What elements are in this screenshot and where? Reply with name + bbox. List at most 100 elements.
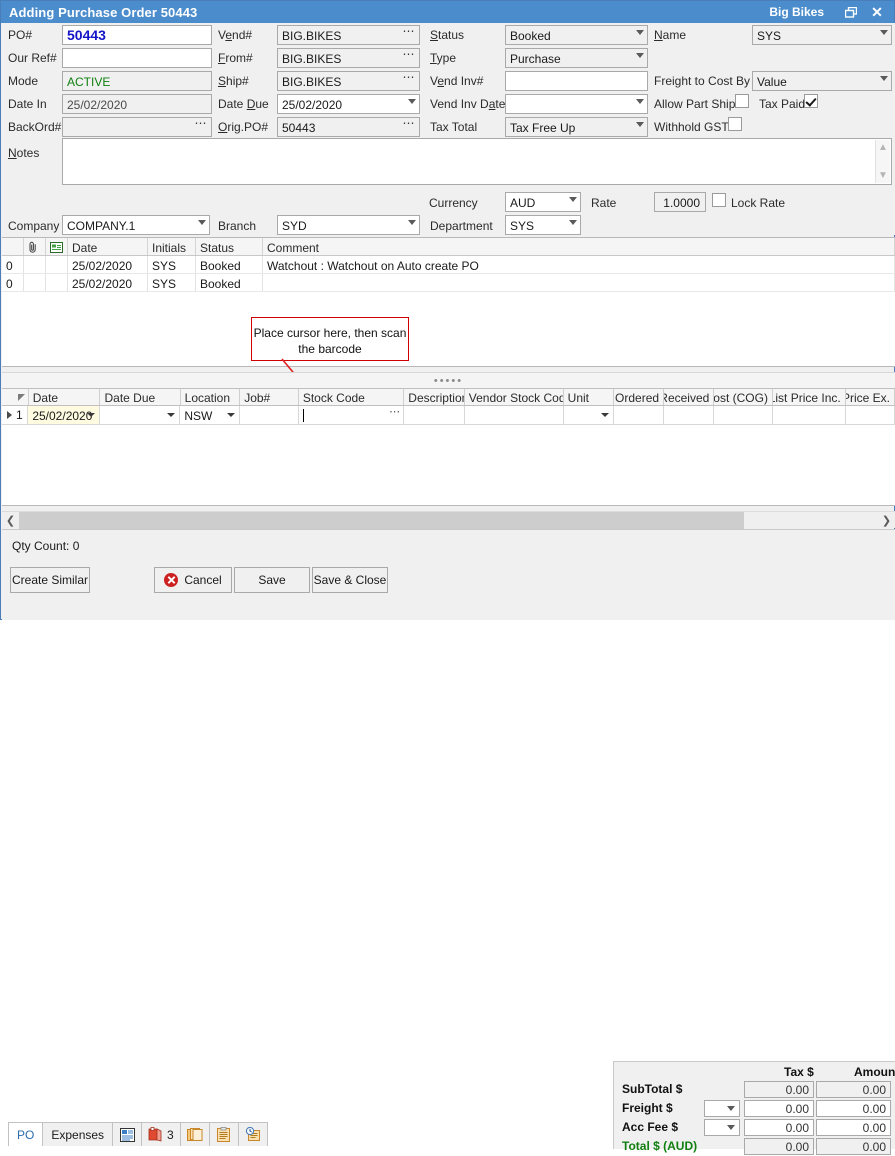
branch-select[interactable]: SYD bbox=[277, 215, 420, 235]
tab-history-icon[interactable] bbox=[238, 1122, 268, 1146]
scroll-right-icon[interactable]: ❯ bbox=[878, 512, 895, 529]
currency-select[interactable]: AUD bbox=[505, 192, 581, 212]
allow-part-ship-checkbox[interactable] bbox=[735, 94, 749, 108]
col-received[interactable]: Received bbox=[664, 389, 714, 405]
acc-fee-tax-input[interactable]: 0.00 bbox=[744, 1119, 814, 1136]
cell-received[interactable] bbox=[664, 406, 714, 424]
stock-code-ellipsis-icon[interactable]: ⋯ bbox=[389, 406, 401, 418]
cell-note[interactable] bbox=[46, 274, 68, 291]
cell-job-number[interactable] bbox=[240, 406, 299, 424]
col-date[interactable]: Date bbox=[29, 389, 101, 405]
select-all-icon[interactable] bbox=[18, 394, 25, 401]
backord-lookup-input[interactable]: ⋯ bbox=[62, 117, 212, 137]
from-ellipsis-icon[interactable]: ⋯ bbox=[400, 49, 418, 67]
comments-grid[interactable]: Date Initials Status Comment 0 25/02/202… bbox=[2, 237, 895, 367]
type-select[interactable]: Purchase bbox=[505, 48, 648, 68]
scroll-up-icon[interactable]: ▲ bbox=[878, 142, 888, 153]
our-ref-input[interactable] bbox=[62, 48, 212, 68]
acc-fee-amount-input[interactable]: 0.00 bbox=[816, 1119, 891, 1136]
panel-splitter[interactable]: ••••• bbox=[2, 372, 895, 389]
name-select[interactable]: SYS bbox=[752, 25, 892, 45]
table-row[interactable]: 1 25/02/2020 NSW ⋯ bbox=[2, 406, 895, 425]
scroll-down-icon[interactable]: ▼ bbox=[878, 170, 888, 181]
chevron-down-icon[interactable] bbox=[87, 413, 95, 417]
cell-stock-code[interactable]: ⋯ bbox=[299, 406, 405, 424]
grid-horizontal-scrollbar[interactable]: ❮ ❯ bbox=[2, 511, 895, 528]
vend-inv-date-select[interactable] bbox=[505, 94, 648, 114]
tab-red-folder-icon[interactable]: 3 bbox=[141, 1122, 181, 1146]
col-unit[interactable]: Unit bbox=[564, 389, 614, 405]
cell-attachment[interactable] bbox=[24, 274, 46, 291]
cell-date-due[interactable] bbox=[100, 406, 180, 424]
order-lines-grid[interactable]: Date Date Due Location Job# Stock Code D… bbox=[2, 389, 895, 506]
tab-copy-pages-icon[interactable] bbox=[180, 1122, 210, 1146]
status-select[interactable]: Booked bbox=[505, 25, 648, 45]
save-and-close-button[interactable]: Save & Close bbox=[312, 567, 388, 593]
cell-note[interactable] bbox=[46, 256, 68, 273]
ship-ellipsis-icon[interactable]: ⋯ bbox=[400, 72, 418, 90]
col-stock-code[interactable]: Stock Code bbox=[299, 389, 404, 405]
tab-po[interactable]: PO bbox=[8, 1122, 43, 1146]
freight-amount-input[interactable]: 0.00 bbox=[816, 1100, 891, 1117]
tax-total-select[interactable]: Tax Free Up bbox=[505, 117, 648, 137]
orig-po-input[interactable]: 50443 ⋯ bbox=[277, 117, 420, 137]
notes-textarea[interactable]: ▲ ▼ bbox=[62, 138, 892, 185]
cell-description[interactable] bbox=[404, 406, 465, 424]
cell-list-price-inc[interactable] bbox=[773, 406, 846, 424]
cancel-button[interactable]: Cancel bbox=[154, 567, 232, 593]
chevron-down-icon[interactable] bbox=[601, 413, 609, 417]
col-ordered[interactable]: Ordered bbox=[614, 389, 664, 405]
chevron-down-icon[interactable] bbox=[227, 413, 235, 417]
tax-paid-checkbox[interactable] bbox=[804, 94, 818, 108]
create-similar-button[interactable]: Create Similar bbox=[10, 567, 90, 593]
col-location[interactable]: Location bbox=[181, 389, 241, 405]
save-button[interactable]: Save bbox=[234, 567, 310, 593]
col-date-due[interactable]: Date Due bbox=[100, 389, 180, 405]
date-due-select[interactable]: 25/02/2020 bbox=[277, 94, 420, 114]
col-select-all[interactable] bbox=[2, 389, 29, 405]
cell-date[interactable]: 25/02/2020 bbox=[28, 406, 100, 424]
scrollbar-track[interactable] bbox=[19, 512, 878, 529]
col-job-number[interactable]: Job# bbox=[240, 389, 299, 405]
close-icon[interactable]: ✕ bbox=[864, 1, 890, 23]
chevron-down-icon[interactable] bbox=[167, 413, 175, 417]
col-price-ex[interactable]: Price Ex. bbox=[846, 389, 895, 405]
withhold-gst-checkbox[interactable] bbox=[728, 117, 742, 131]
vend-ellipsis-icon[interactable]: ⋯ bbox=[400, 26, 418, 44]
red-folder-count: 3 bbox=[167, 1128, 174, 1142]
scrollbar-thumb[interactable] bbox=[19, 512, 744, 529]
backord-ellipsis-icon[interactable]: ⋯ bbox=[192, 118, 210, 136]
company-select[interactable]: COMPANY.1 bbox=[62, 215, 210, 235]
freight-to-cost-by-select[interactable]: Value bbox=[752, 71, 892, 91]
tab-clipboard-icon[interactable] bbox=[209, 1122, 239, 1146]
table-row[interactable]: 0 25/02/2020 SYS Booked Watchout : Watch… bbox=[2, 256, 895, 274]
cell-attachment[interactable] bbox=[24, 256, 46, 273]
orig-po-ellipsis-icon[interactable]: ⋯ bbox=[400, 118, 418, 136]
col-initials: Initials bbox=[148, 238, 196, 255]
restore-window-icon[interactable] bbox=[838, 1, 864, 23]
notes-scrollbar[interactable]: ▲ ▼ bbox=[875, 140, 890, 183]
department-select[interactable]: SYS bbox=[505, 215, 581, 235]
freight-type-select[interactable] bbox=[704, 1100, 740, 1117]
cell-cost-cog[interactable] bbox=[714, 406, 773, 424]
col-description[interactable]: Description bbox=[404, 389, 464, 405]
cell-price-ex[interactable] bbox=[846, 406, 895, 424]
tab-document-detail-icon[interactable] bbox=[112, 1122, 142, 1146]
from-number-input[interactable]: BIG.BIKES ⋯ bbox=[277, 48, 420, 68]
ship-number-input[interactable]: BIG.BIKES ⋯ bbox=[277, 71, 420, 91]
cell-vendor-stock-code[interactable] bbox=[465, 406, 564, 424]
col-list-price-inc[interactable]: List Price Inc. bbox=[773, 389, 846, 405]
tab-expenses[interactable]: Expenses bbox=[42, 1122, 113, 1146]
scroll-left-icon[interactable]: ❮ bbox=[2, 512, 19, 529]
table-row[interactable]: 0 25/02/2020 SYS Booked bbox=[2, 274, 895, 292]
lock-rate-checkbox[interactable] bbox=[712, 193, 726, 207]
col-vendor-stock-code[interactable]: Vendor Stock Code bbox=[465, 389, 564, 405]
vend-number-input[interactable]: BIG.BIKES ⋯ bbox=[277, 25, 420, 45]
cell-ordered[interactable] bbox=[614, 406, 664, 424]
cell-location[interactable]: NSW bbox=[180, 406, 240, 424]
freight-tax-input[interactable]: 0.00 bbox=[744, 1100, 814, 1117]
cell-unit[interactable] bbox=[564, 406, 614, 424]
acc-fee-type-select[interactable] bbox=[704, 1119, 740, 1136]
vend-inv-number-input[interactable] bbox=[505, 71, 648, 91]
col-cost-cog[interactable]: Cost (COG) bbox=[714, 389, 773, 405]
